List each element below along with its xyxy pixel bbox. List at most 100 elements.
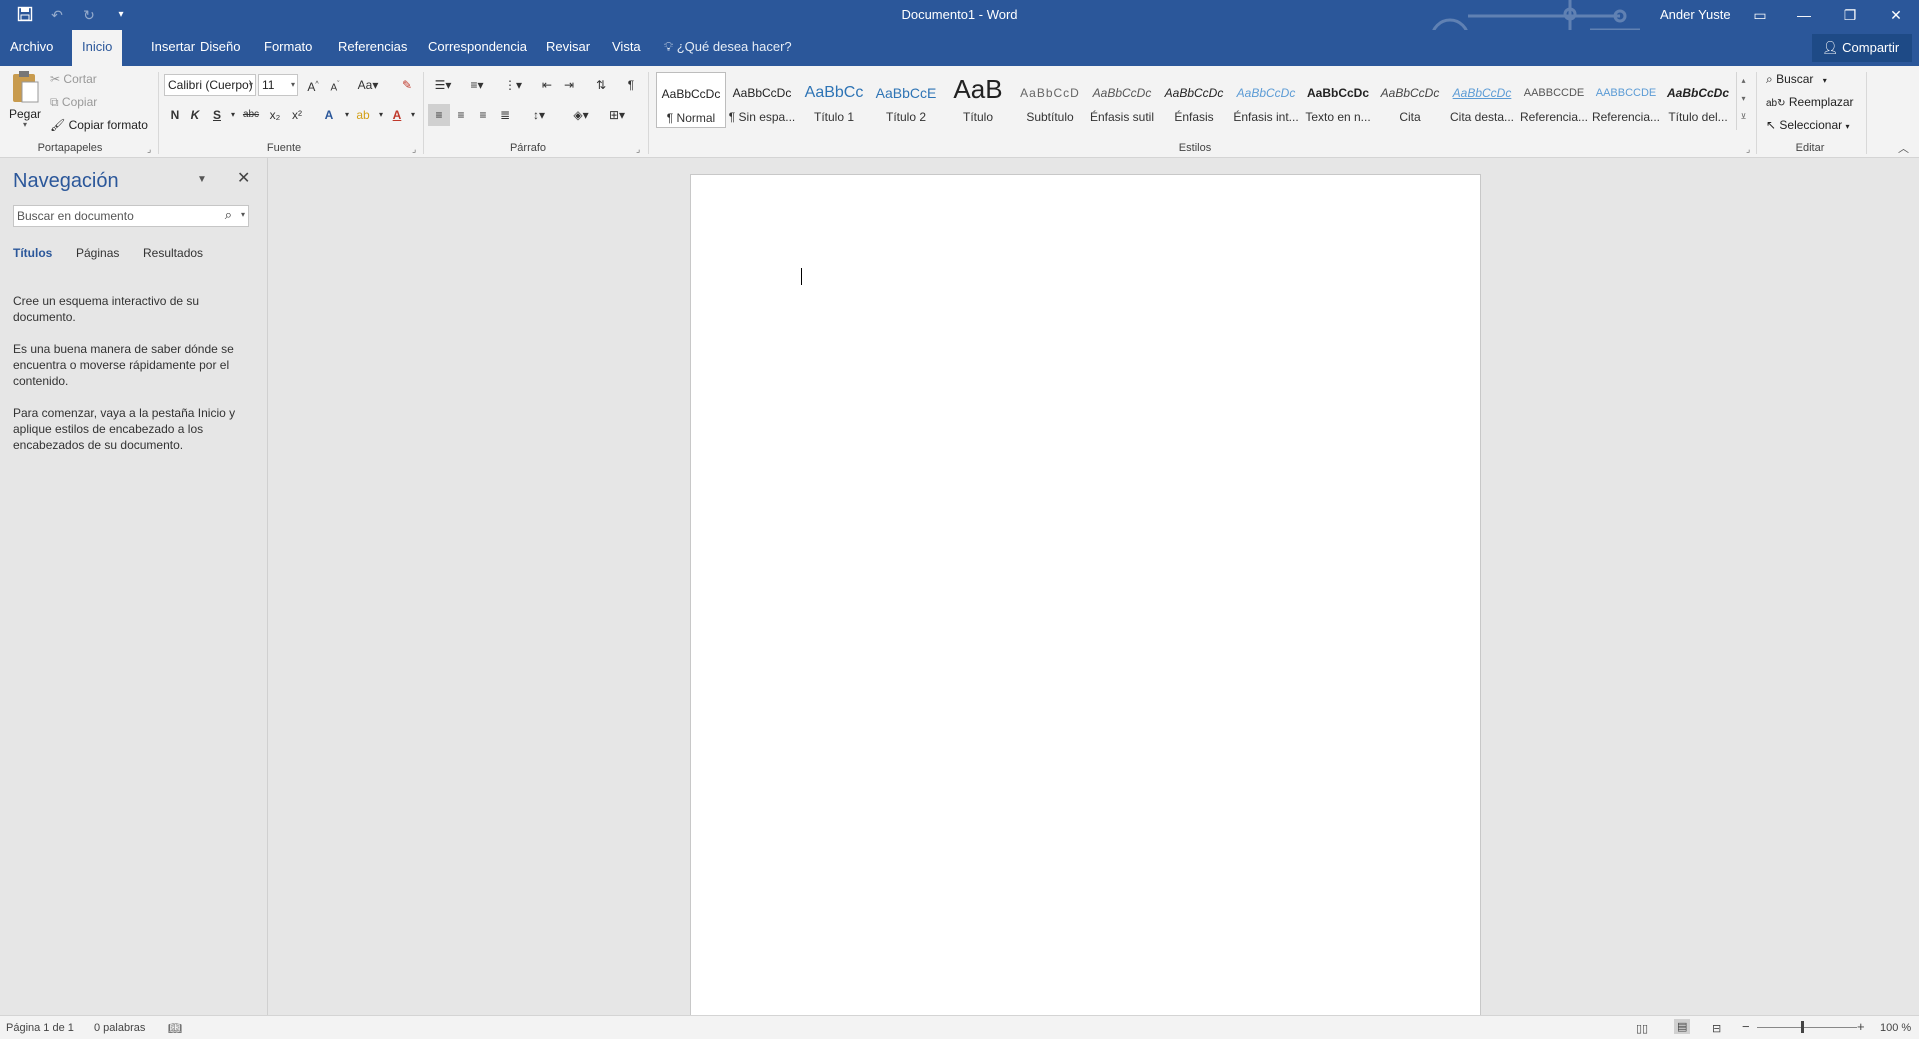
style-heading-2[interactable]: AaBbCcE Título 2 (871, 72, 941, 128)
read-mode-icon[interactable]: ▯▯ (1636, 1022, 1648, 1035)
shrink-font-icon[interactable]: Aˇ (324, 74, 346, 96)
style-book-title[interactable]: AaBbCcDc Título del... (1663, 72, 1733, 128)
tab-correspondencia[interactable]: Correspondencia (418, 30, 537, 64)
bullets-icon[interactable]: ☰▾ (428, 74, 458, 96)
style-title[interactable]: AaB Título (943, 72, 1013, 128)
replace-button[interactable]: ab↻ Reemplazar (1766, 95, 1854, 109)
tab-inicio[interactable]: Inicio (72, 30, 123, 66)
bold-button[interactable]: N (164, 104, 186, 126)
nav-tab-results[interactable]: Resultados (143, 246, 203, 260)
align-left-icon[interactable]: ≡ (428, 104, 450, 126)
style-preview: AaBbCcDc (1452, 86, 1512, 100)
superscript-button[interactable]: x² (286, 104, 308, 126)
line-spacing-icon[interactable]: ↕▾ (524, 104, 554, 126)
font-launcher-icon[interactable]: ⌟ (412, 144, 416, 155)
chevron-down-icon[interactable]: ▼ (197, 174, 207, 185)
minimize-icon[interactable]: — (1781, 0, 1827, 30)
close-icon[interactable]: ✕ (1873, 0, 1919, 30)
style-preview: AABBCCDE (1595, 87, 1657, 99)
clear-format-icon[interactable]: ✎ (396, 74, 418, 96)
styles-gallery-scroll[interactable]: ▴ ▾ ⊻ (1736, 72, 1750, 130)
tab-diseno[interactable]: Diseño (190, 30, 250, 64)
multilevel-list-icon[interactable]: ⋮▾ (498, 74, 528, 96)
style-normal[interactable]: AaBbCcDc ¶ Normal (656, 72, 726, 128)
more-styles-icon[interactable]: ⊻ (1737, 108, 1750, 126)
select-button[interactable]: ↖ Seleccionar ▾ (1766, 118, 1849, 132)
style-subtitle[interactable]: AaBbCcD Subtítulo (1015, 72, 1085, 128)
align-right-icon[interactable]: ≡ (472, 104, 494, 126)
paste-button[interactable]: Pegar ▾ (8, 70, 42, 132)
subscript-button[interactable]: x₂ (264, 104, 286, 126)
web-layout-icon[interactable]: ⊟ (1712, 1022, 1721, 1035)
divider (648, 72, 649, 154)
close-icon[interactable]: ✕ (237, 168, 250, 188)
tab-referencias[interactable]: Referencias (328, 30, 417, 64)
format-painter-button[interactable]: 🖌︎ Copiar formato (50, 118, 148, 132)
shading-icon[interactable]: ◈▾ (566, 104, 596, 126)
tab-formato[interactable]: Formato (254, 30, 322, 64)
zoom-slider[interactable] (1757, 1027, 1857, 1028)
style-emphasis[interactable]: AaBbCcDc Énfasis (1159, 72, 1229, 128)
cut-button[interactable]: ✂ Cortar (50, 72, 97, 86)
tab-vista[interactable]: Vista (602, 30, 651, 64)
clipboard-launcher-icon[interactable]: ⌟ (147, 144, 151, 155)
increase-indent-icon[interactable]: ⇥ (558, 74, 580, 96)
align-center-icon[interactable]: ≡ (450, 104, 472, 126)
grow-font-icon[interactable]: A^ (302, 74, 324, 96)
page-count[interactable]: Página 1 de 1 (6, 1022, 74, 1034)
restore-icon[interactable]: ❐ (1827, 0, 1873, 30)
style-intense-quote[interactable]: AaBbCcDc Cita desta... (1447, 72, 1517, 128)
chevron-up-icon[interactable]: ▴ (1737, 72, 1750, 90)
paste-dropdown-icon[interactable]: ▾ (8, 121, 42, 129)
document-page[interactable] (690, 174, 1481, 1015)
font-name-combo[interactable]: Calibri (Cuerpo) ▾ (164, 74, 256, 96)
style-preview: AaBbCcDc (732, 86, 792, 100)
document-area (269, 158, 1919, 1015)
nav-tab-pages[interactable]: Páginas (76, 246, 119, 260)
style-subtle-reference[interactable]: AABBCCDE Referencia... (1519, 72, 1589, 128)
style-strong[interactable]: AaBbCcDc Texto en n... (1303, 72, 1373, 128)
style-intense-reference[interactable]: AABBCCDE Referencia... (1591, 72, 1661, 128)
proofing-icon[interactable]: 📖︎ (168, 1022, 182, 1035)
style-no-spacing[interactable]: AaBbCcDc ¶ Sin espa... (727, 72, 797, 128)
find-button[interactable]: ⌕ Buscar ▾ (1766, 72, 1827, 87)
styles-launcher-icon[interactable]: ⌟ (1746, 144, 1750, 155)
zoom-in-icon[interactable]: + (1857, 1019, 1865, 1034)
navigation-title: Navegación (13, 170, 119, 192)
style-subtle-emphasis[interactable]: AaBbCcDc Énfasis sutil (1087, 72, 1157, 128)
user-name[interactable]: Ander Yuste (1660, 7, 1731, 22)
tab-archivo[interactable]: Archivo (0, 30, 63, 64)
style-intense-emphasis[interactable]: AaBbCcDc Énfasis int... (1231, 72, 1301, 128)
zoom-slider-handle[interactable] (1801, 1021, 1804, 1033)
change-case-button[interactable]: Aa▾ (354, 74, 382, 96)
chevron-down-icon[interactable]: ▾ (402, 104, 424, 126)
zoom-level[interactable]: 100 % (1880, 1022, 1911, 1034)
tab-revisar[interactable]: Revisar (536, 30, 600, 64)
numbering-icon[interactable]: ≡▾ (462, 74, 492, 96)
copy-button[interactable]: ⧉ Copiar (50, 95, 97, 110)
justify-icon[interactable]: ≣ (494, 104, 516, 126)
font-size-combo[interactable]: 11 ▾ (258, 74, 298, 96)
paragraph-launcher-icon[interactable]: ⌟ (636, 144, 640, 155)
decrease-indent-icon[interactable]: ⇤ (536, 74, 558, 96)
chevron-down-icon[interactable]: ▾ (241, 210, 245, 219)
style-quote[interactable]: AaBbCcDc Cita (1375, 72, 1445, 128)
ribbon-display-icon[interactable]: ▭ (1737, 0, 1783, 30)
show-marks-icon[interactable]: ¶ (620, 74, 642, 96)
sort-icon[interactable]: ⇅ (590, 74, 612, 96)
collapse-ribbon-icon[interactable]: ︿ (1898, 140, 1909, 156)
nav-tab-headings[interactable]: Títulos (13, 246, 52, 260)
zoom-out-icon[interactable]: − (1742, 1019, 1750, 1034)
search-input[interactable] (14, 206, 209, 226)
share-button[interactable]: 👤︎ Compartir (1812, 34, 1912, 62)
tell-me-box[interactable]: 💡︎ ¿Qué desea hacer? (664, 30, 792, 64)
status-bar: Página 1 de 1 0 palabras 📖︎ ▯▯ ▤ ⊟ − + 1… (0, 1015, 1919, 1039)
style-heading-1[interactable]: AaBbCc Título 1 (799, 72, 869, 128)
italic-button[interactable]: K (184, 104, 206, 126)
chevron-down-icon[interactable]: ▾ (1737, 90, 1750, 108)
search-icon[interactable]: ⌕ (225, 207, 232, 223)
strikethrough-button[interactable]: abc (240, 104, 262, 126)
print-layout-icon[interactable]: ▤ (1674, 1019, 1691, 1034)
borders-icon[interactable]: ⊞▾ (602, 104, 632, 126)
word-count[interactable]: 0 palabras (94, 1022, 145, 1034)
